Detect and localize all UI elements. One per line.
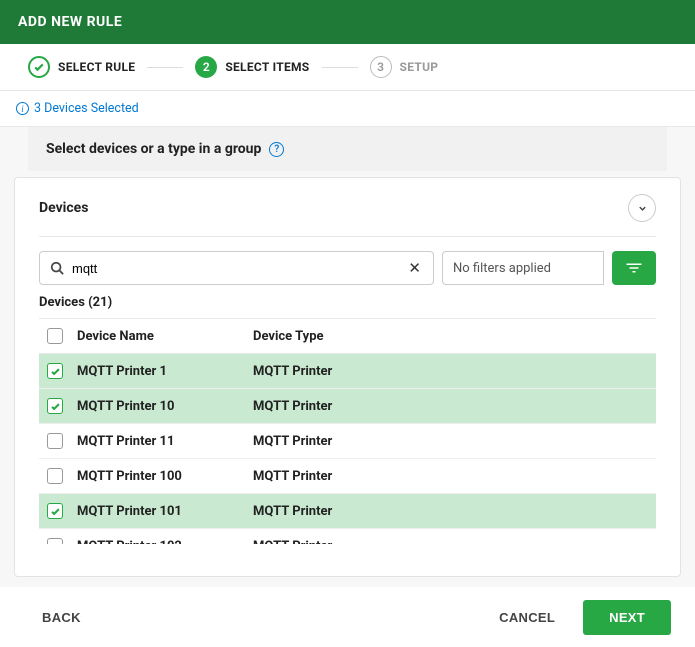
device-name-cell: MQTT Printer 11	[77, 434, 253, 449]
selection-summary[interactable]: i 3 Devices Selected	[0, 91, 695, 127]
chevron-down-icon	[637, 203, 648, 214]
device-name-cell: MQTT Printer 101	[77, 504, 253, 519]
next-button[interactable]: NEXT	[583, 600, 671, 635]
help-icon[interactable]: ?	[269, 142, 284, 157]
devices-panel: Devices ✕ No filters applied Devices (21…	[14, 177, 681, 577]
row-checkbox[interactable]	[47, 398, 63, 414]
device-name-cell: MQTT Printer 10	[77, 399, 253, 414]
table-row[interactable]: MQTT Printer 11MQTT Printer	[39, 424, 656, 459]
selection-count-text: 3 Devices Selected	[34, 101, 139, 116]
step-select-items[interactable]: 2 SELECT ITEMS	[195, 56, 309, 78]
device-name-cell: MQTT Printer 102	[77, 539, 253, 545]
table-row[interactable]: MQTT Printer 102MQTT Printer	[39, 529, 656, 544]
row-checkbox[interactable]	[47, 468, 63, 484]
collapse-button[interactable]	[628, 194, 656, 222]
step-number-icon: 3	[370, 56, 392, 78]
step-label: SETUP	[400, 60, 439, 74]
dialog-footer: BACK CANCEL NEXT	[0, 587, 695, 647]
col-device-type[interactable]: Device Type	[253, 329, 648, 344]
device-type-cell: MQTT Printer	[253, 504, 648, 519]
list-title: Devices (21)	[39, 295, 656, 310]
panel-header: Devices	[39, 194, 656, 237]
panel-title: Devices	[39, 200, 88, 216]
step-number-icon: 2	[195, 56, 217, 78]
search-field[interactable]: ✕	[39, 251, 434, 285]
devices-table: Device Name Device Type MQTT Printer 1MQ…	[39, 318, 656, 544]
device-name-cell: MQTT Printer 100	[77, 469, 253, 484]
back-button[interactable]: BACK	[24, 600, 99, 635]
step-divider	[147, 67, 183, 68]
content-area: Select devices or a type in a group ? De…	[0, 127, 695, 628]
table-row[interactable]: MQTT Printer 10MQTT Printer	[39, 389, 656, 424]
step-select-rule[interactable]: SELECT RULE	[28, 56, 135, 78]
table-row[interactable]: MQTT Printer 1MQTT Printer	[39, 354, 656, 389]
row-checkbox[interactable]	[47, 503, 63, 519]
filter-icon	[625, 261, 643, 275]
table-row[interactable]: MQTT Printer 101MQTT Printer	[39, 494, 656, 529]
filter-button[interactable]	[612, 251, 656, 285]
step-label: SELECT ITEMS	[225, 60, 309, 74]
step-label: SELECT RULE	[58, 60, 135, 74]
table-row[interactable]: MQTT Printer 100MQTT Printer	[39, 459, 656, 494]
row-checkbox[interactable]	[47, 538, 63, 544]
row-checkbox[interactable]	[47, 433, 63, 449]
device-name-cell: MQTT Printer 1	[77, 364, 253, 379]
device-type-cell: MQTT Printer	[253, 399, 648, 414]
section-title: Select devices or a type in a group	[46, 141, 261, 157]
section-header: Select devices or a type in a group ?	[28, 127, 667, 171]
device-type-cell: MQTT Printer	[253, 364, 648, 379]
clear-search-button[interactable]: ✕	[406, 259, 423, 277]
select-all-checkbox[interactable]	[47, 328, 63, 344]
device-type-cell: MQTT Printer	[253, 469, 648, 484]
table-body[interactable]: MQTT Printer 1MQTT PrinterMQTT Printer 1…	[39, 354, 656, 544]
search-input[interactable]	[64, 261, 406, 276]
dialog-title: ADD NEW RULE	[18, 14, 122, 30]
search-icon	[50, 261, 64, 275]
col-device-name[interactable]: Device Name	[77, 329, 253, 344]
dialog-header: ADD NEW RULE	[0, 0, 695, 44]
table-header: Device Name Device Type	[39, 319, 656, 354]
device-type-cell: MQTT Printer	[253, 434, 648, 449]
info-icon: i	[16, 102, 29, 115]
step-divider	[322, 67, 358, 68]
checkmark-icon	[28, 56, 50, 78]
panel-controls: ✕ No filters applied	[39, 251, 656, 285]
step-setup: 3 SETUP	[370, 56, 439, 78]
filter-text: No filters applied	[453, 261, 551, 276]
row-checkbox[interactable]	[47, 363, 63, 379]
filter-display[interactable]: No filters applied	[442, 251, 604, 285]
device-type-cell: MQTT Printer	[253, 539, 648, 545]
stepper: SELECT RULE 2 SELECT ITEMS 3 SETUP	[0, 44, 695, 91]
cancel-button[interactable]: CANCEL	[481, 600, 573, 635]
